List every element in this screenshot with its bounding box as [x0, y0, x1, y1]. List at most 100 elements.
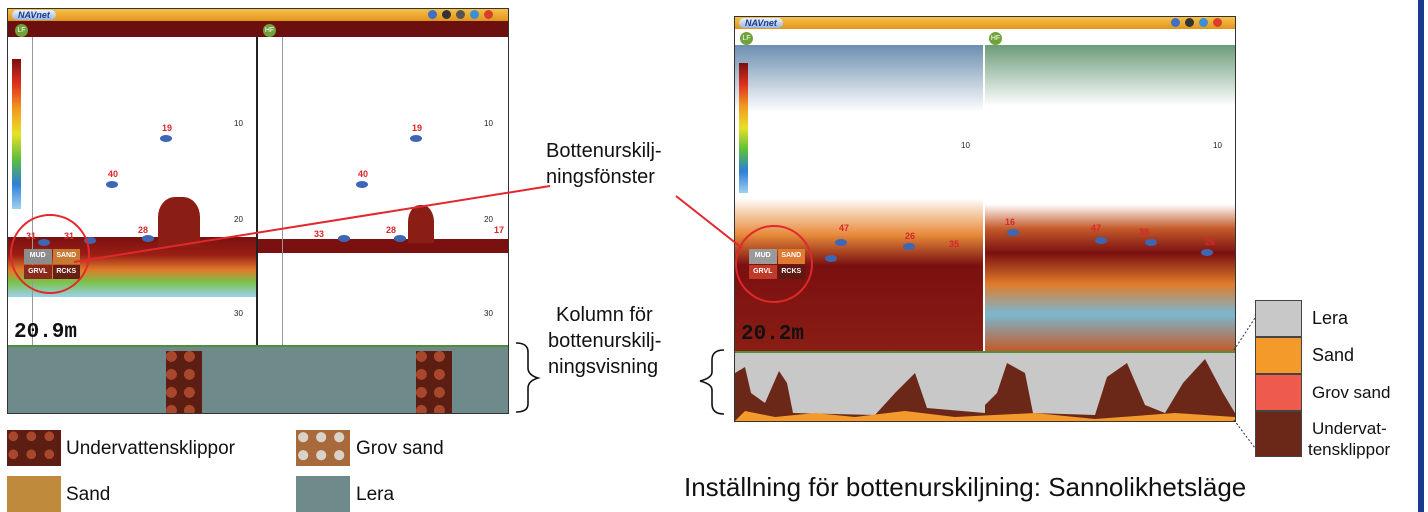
fish-icon — [160, 135, 172, 142]
scale-tick: 10 — [484, 119, 493, 128]
column-label: Kolumn för bottenurskilj- ningsvisning — [548, 302, 661, 380]
rocks-legend-label: Undervattensklippor — [66, 438, 235, 459]
globe-icon[interactable] — [1199, 18, 1208, 27]
fish-icon — [1007, 229, 1019, 236]
fish-icon — [356, 181, 368, 188]
window-icon[interactable] — [1171, 18, 1180, 27]
depth-readout: 20.9m — [14, 321, 78, 344]
rock-column-segment — [166, 351, 202, 413]
lf-echogram — [735, 45, 983, 351]
fish-icon — [394, 235, 406, 242]
scale-tick: 20 — [484, 215, 493, 224]
fish-size-label: 19 — [412, 123, 423, 133]
rocks-legend-line: Undervat- — [1312, 419, 1387, 438]
rock-column-segment — [416, 351, 452, 413]
fish-size-label: 28 — [138, 225, 149, 235]
rocks-legend-swatch — [7, 430, 61, 466]
close-icon[interactable] — [1213, 18, 1222, 27]
scale-tick: 30 — [484, 309, 493, 318]
fish-size-label: 35 — [949, 239, 960, 249]
sand-legend-swatch — [1255, 337, 1302, 374]
speaker-icon[interactable] — [1185, 18, 1194, 27]
window-highlight-circle — [735, 225, 813, 303]
fish-size-label: 28 — [386, 225, 397, 235]
window-label-line: ningsfönster — [546, 166, 655, 188]
menu-icon[interactable] — [456, 10, 465, 19]
window-label-line: Bottenurskilj- — [546, 140, 662, 162]
depth-readout: 20.2m — [741, 323, 805, 346]
gravel-legend-label: Grov sand — [1312, 383, 1391, 402]
fish-size-label: 17 — [494, 225, 505, 235]
fish-icon — [835, 239, 847, 246]
lf-channel-badge[interactable]: LF — [15, 24, 28, 37]
color-scale-bar — [739, 63, 748, 193]
fish-icon — [825, 255, 837, 262]
left-sounder-screen: NAVnet LF HF 10 20 30 10 20 30 19 40 31 … — [7, 8, 509, 414]
fish-icon — [106, 181, 118, 188]
scale-tick: 30 — [234, 309, 243, 318]
fish-icon — [1095, 237, 1107, 244]
lf-channel-badge[interactable]: LF — [740, 32, 753, 45]
hf-echogram — [258, 37, 508, 345]
scale-tick: 10 — [1213, 141, 1222, 150]
right-sounder-screen: NAVnet LF HF 10 10 47 26 35 16 47 38 26 … — [734, 16, 1236, 422]
fish-icon — [1201, 249, 1213, 256]
sand-legend-label: Sand — [1312, 345, 1355, 365]
window-label: Bottenurskilj- ningsfönster — [546, 138, 662, 190]
rocks-legend-line: tensklippor — [1308, 440, 1391, 459]
rock-peak-echo — [158, 197, 200, 247]
rocks-legend-label: Undervat- tensklippor — [1308, 418, 1390, 460]
fish-icon — [410, 135, 422, 142]
page-frame-edge — [1418, 0, 1424, 512]
hf-channel-badge[interactable]: HF — [263, 24, 276, 37]
fish-size-label: 19 — [162, 123, 173, 133]
lf-echogram — [8, 37, 256, 345]
scale-tick: 10 — [234, 119, 243, 128]
fish-size-label: 38 — [1139, 227, 1150, 237]
bottom-discrimination-column — [8, 345, 508, 413]
gravel-legend-label: Grov sand — [356, 438, 444, 459]
fish-size-label: 16 — [1005, 217, 1016, 227]
mud-legend-label: Lera — [1312, 308, 1349, 328]
mud-legend-label: Lera — [356, 484, 395, 505]
screen-title-bar — [735, 17, 1235, 29]
fish-size-label: 26 — [1205, 237, 1216, 247]
fish-size-label: 33 — [314, 229, 325, 239]
fish-size-label: 47 — [839, 223, 850, 233]
gravel-legend-swatch — [1255, 374, 1302, 411]
scale-tick: 20 — [234, 215, 243, 224]
speaker-icon[interactable] — [442, 10, 451, 19]
sand-legend-label: Sand — [66, 484, 111, 505]
window-icon[interactable] — [428, 10, 437, 19]
scale-tick: 10 — [961, 141, 970, 150]
depth-line — [32, 37, 33, 345]
fish-icon — [142, 235, 154, 242]
column-label-line: bottenurskilj- — [548, 330, 662, 352]
mud-legend-swatch — [296, 476, 350, 512]
bottom-discrimination-column — [735, 351, 1235, 421]
navnet-logo: NAVnet — [739, 18, 783, 28]
hf-channel-badge[interactable]: HF — [989, 32, 1002, 45]
column-label-line: ningsvisning — [548, 356, 659, 378]
sand-legend-swatch — [7, 476, 61, 512]
channel-header-bar — [8, 21, 508, 37]
fish-icon — [1145, 239, 1157, 246]
caption: Inställning för bottenurskiljning: Sanno… — [684, 472, 1247, 502]
navnet-logo: NAVnet — [12, 10, 56, 20]
window-highlight-circle — [10, 214, 90, 294]
globe-icon[interactable] — [470, 10, 479, 19]
color-scale-bar — [12, 59, 21, 209]
mud-legend-swatch — [1255, 300, 1302, 337]
depth-line — [282, 37, 283, 345]
probability-graph — [735, 359, 1235, 421]
bottom-echo — [258, 239, 508, 253]
fish-size-label: 40 — [358, 169, 369, 179]
rocks-legend-swatch — [1255, 411, 1302, 457]
fish-size-label: 26 — [905, 231, 916, 241]
close-icon[interactable] — [484, 10, 493, 19]
rock-peak-echo — [408, 205, 434, 243]
fish-size-label: 40 — [108, 169, 119, 179]
hf-echogram — [985, 45, 1235, 351]
fish-icon — [338, 235, 350, 242]
fish-icon — [903, 243, 915, 250]
